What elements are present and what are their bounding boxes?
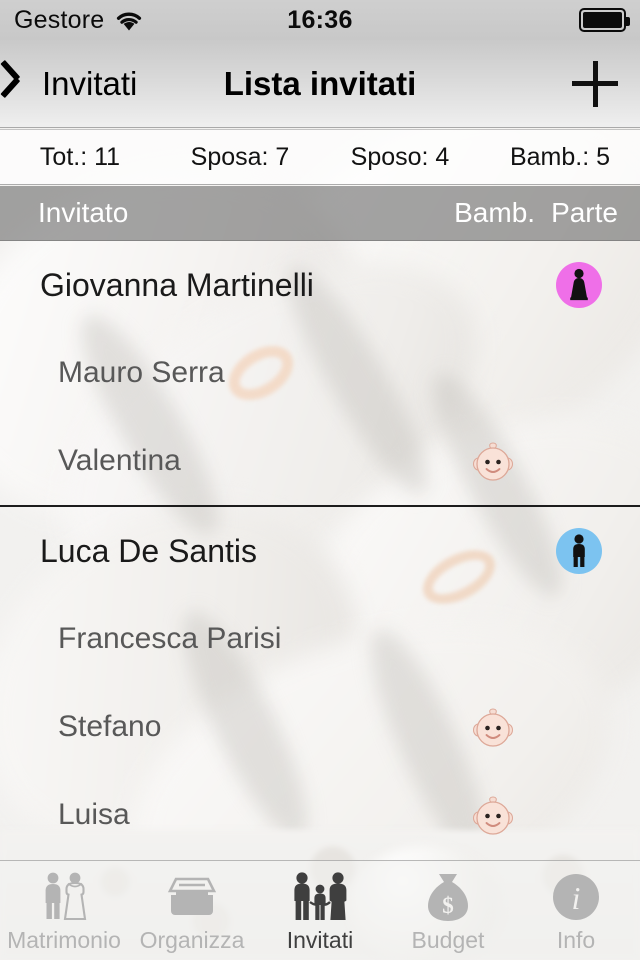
tab-matrimonio[interactable]: Matrimonio [0,861,128,954]
baby-face-icon [469,706,517,748]
family-icon [288,869,352,923]
plus-icon [572,60,618,107]
tab-organizza[interactable]: Organizza [128,861,256,954]
child-indicator-cell [450,440,536,482]
guest-row-secondary[interactable]: Mauro Serra [0,329,640,417]
guest-group: Luca De Santis Francesca Parisi Stefano Lui… [0,505,640,859]
status-clock: 16:36 [287,5,353,34]
tab-label: Info [556,927,596,953]
svg-text:$: $ [442,893,454,918]
status-bar: Gestore 16:36 [0,0,640,40]
guest-row-secondary[interactable]: Francesca Parisi [0,595,640,683]
svg-text:i: i [572,880,581,916]
navigation-bar: Invitati Lista invitati [0,40,640,128]
info-circle-icon: i [550,869,602,923]
child-indicator-cell [450,706,536,748]
guest-list[interactable]: Giovanna Martinelli Mauro Serra Valentina L… [0,241,640,860]
tab-label: Budget [411,927,485,953]
guest-row-primary[interactable]: Giovanna Martinelli [0,241,640,329]
guest-row-icons [450,528,622,574]
column-header-guest: Invitato [38,197,129,228]
tab-label: Matrimonio [7,927,121,953]
column-header-children: Bamb. [454,197,536,228]
money-bag-icon: $ [421,869,475,923]
guest-group: Giovanna Martinelli Mauro Serra Valentina [0,241,640,505]
stat-groom: Sposo: 4 [350,142,450,171]
guest-row-icons [450,706,622,748]
baby-face-icon [469,440,517,482]
tab-budget[interactable]: $ Budget [384,861,512,954]
child-indicator-cell [450,794,536,836]
column-header-side: Parte [551,197,618,228]
stat-total: Tot.: 11 [39,142,121,171]
column-header-row: Invitato Bamb. Parte [0,186,640,241]
page-title: Lista invitati [223,64,417,102]
guest-row-secondary[interactable]: Valentina [0,417,640,505]
guest-name: Valentina [58,444,181,477]
tab-info[interactable]: i Info [512,861,640,954]
guest-row-secondary[interactable]: Stefano [0,683,640,771]
guest-name: Giovanna Martinelli [40,266,314,303]
stat-bride: Sposa: 7 [190,142,290,171]
guest-name: Mauro Serra [58,356,225,389]
guest-name: Luca De Santis [40,532,258,569]
tab-label: Invitati [286,927,354,953]
guest-row-icons [450,262,622,308]
guest-row-icons [450,440,622,482]
guest-row-icons [450,794,622,836]
battery-full-icon [579,8,630,32]
file-tray-icon [163,869,221,923]
add-guest-button[interactable] [572,60,640,107]
guest-row-primary[interactable]: Luca De Santis [0,507,640,595]
guest-row-secondary[interactable]: Luisa [0,771,640,859]
guest-name: Luisa [58,798,130,831]
guest-name: Francesca Parisi [58,622,282,655]
side-indicator-cell [536,262,622,308]
groom-badge-icon [556,528,602,574]
stats-bar: Tot.: 11 Sposa: 7 Sposo: 4 Bamb.: 5 [0,129,640,185]
side-indicator-cell [536,528,622,574]
tab-label: Organizza [139,927,245,953]
tab-invitati[interactable]: Invitati [256,861,384,954]
baby-face-icon [469,794,517,836]
guest-name: Stefano [58,710,162,743]
stat-children: Bamb.: 5 [509,142,611,171]
bride-badge-icon [556,262,602,308]
couple-icon [35,869,93,923]
tab-bar: Matrimonio Organizza Invitati $ Budget i Info [0,860,640,960]
app-screen: Gestore 16:36 Invitati Lista invitati To… [0,0,640,960]
